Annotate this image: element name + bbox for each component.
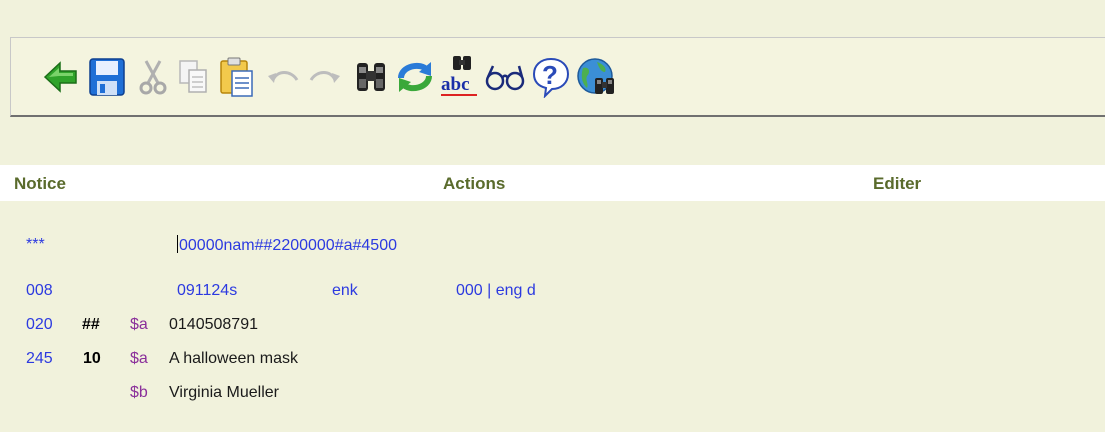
field-tag: 020 (26, 316, 53, 333)
web-search-button[interactable] (573, 38, 619, 116)
leader-value[interactable]: 00000nam##2200000#a#4500 (177, 235, 397, 256)
field-245b-row: $b Virginia Mueller (0, 383, 1105, 409)
field-indicators: ## (82, 316, 100, 333)
subfield-code: $a (130, 316, 148, 333)
leader-row: *** 00000nam##2200000#a#4500 (0, 235, 1105, 261)
field-tag: *** (26, 236, 45, 253)
header-notice: Notice (14, 174, 66, 193)
field-008-part1[interactable]: 091124s (177, 281, 237, 301)
save-icon (89, 58, 125, 96)
search-binoculars-icon (357, 63, 385, 91)
globe-search-icon (577, 58, 614, 94)
refresh-icon (398, 62, 432, 92)
refresh-button[interactable] (393, 38, 437, 116)
paste-icon (220, 57, 253, 97)
undo-button[interactable] (261, 38, 305, 116)
header-editer: Editer (873, 174, 922, 193)
copy-icon (179, 60, 207, 93)
save-button[interactable] (85, 38, 129, 116)
subfield-code: $b (130, 384, 148, 401)
help-button[interactable]: ? (529, 38, 573, 116)
leader-text: 00000nam##2200000#a#4500 (179, 237, 397, 254)
subfield-value[interactable]: Virginia Mueller (169, 383, 279, 403)
column-header-row: Notice Actions Editer (0, 165, 1105, 201)
back-button[interactable] (41, 38, 81, 116)
subfield-value[interactable]: A halloween mask (169, 349, 298, 369)
field-indicators: 10 (83, 350, 101, 367)
field-020-row: 020 ## $a 0140508791 (0, 315, 1105, 341)
glasses-icon (485, 65, 525, 91)
text-caret (177, 235, 178, 253)
cut-button[interactable] (133, 38, 173, 116)
field-008-part2[interactable]: enk (332, 281, 358, 301)
back-arrow-icon (43, 61, 77, 93)
spellcheck-button[interactable]: abc (437, 38, 483, 116)
editor-toolbar: abc ? (10, 37, 1105, 117)
subfield-code: $a (130, 350, 148, 367)
subfield-value[interactable]: 0140508791 (169, 315, 258, 335)
cut-icon (139, 60, 167, 95)
field-tag: 245 (26, 350, 53, 367)
redo-button[interactable] (303, 38, 347, 116)
field-008-row: 008 091124s enk 000 | eng d (0, 281, 1105, 307)
marc-record-editor: *** 00000nam##2200000#a#4500 008 091124s… (0, 201, 1105, 432)
field-008-part3[interactable]: 000 | eng d (456, 281, 536, 301)
svg-text:abc: abc (441, 74, 470, 95)
undo-icon (268, 71, 299, 83)
preview-button[interactable] (483, 38, 527, 116)
copy-button[interactable] (173, 38, 213, 116)
svg-text:?: ? (542, 60, 558, 90)
header-actions: Actions (443, 174, 506, 193)
paste-button[interactable] (215, 38, 259, 116)
search-button[interactable] (349, 38, 393, 116)
redo-icon (309, 71, 340, 83)
spellcheck-icon: abc (441, 56, 477, 96)
help-icon: ? (532, 57, 570, 98)
field-245-row: 245 10 $a A halloween mask (0, 349, 1105, 375)
field-tag: 008 (26, 282, 53, 299)
